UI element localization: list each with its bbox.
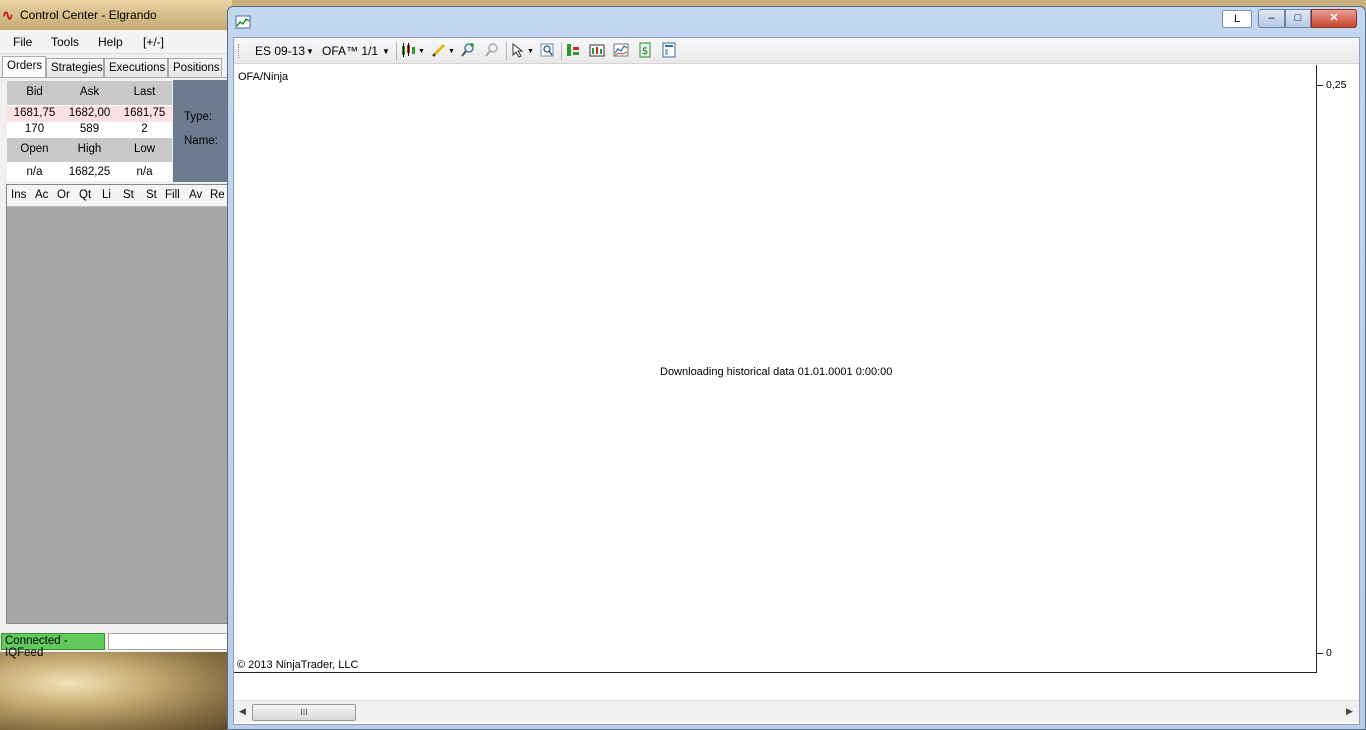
bid-size: 170: [24, 123, 45, 135]
tab-orders[interactable]: Orders: [2, 56, 46, 78]
tab-strategies[interactable]: Strategies: [46, 58, 104, 78]
status-field: [108, 633, 232, 650]
order-entry-panel: Type: Name:: [173, 80, 232, 182]
high-value: 1682,25: [68, 166, 111, 178]
instrument-selector[interactable]: ES 09-13: [255, 44, 305, 58]
col-limit[interactable]: Li: [102, 189, 111, 201]
bid-header: Bid: [7, 81, 62, 105]
col-order-type[interactable]: Or: [57, 189, 70, 201]
scroll-right-arrow-icon[interactable]: ▶: [1346, 706, 1353, 717]
orders-grid[interactable]: Ins Ac Or Qt Li St St Fill Av Re: [6, 184, 233, 624]
scroll-thumb[interactable]: III: [252, 704, 356, 721]
chart-client-area: ES 09-13 ▼ OFA™ 1/1 ▼ ▼ ▼ ▼ $ OFA/Ninja …: [233, 37, 1360, 725]
strategies-icon[interactable]: [589, 42, 605, 58]
price-axis[interactable]: 0,25 0: [1317, 65, 1359, 673]
last-header: Last: [117, 81, 172, 105]
toolbar-separator: [506, 42, 507, 60]
chart-label: OFA/Ninja: [238, 71, 289, 83]
minimize-button[interactable]: –: [1258, 9, 1285, 28]
orders-panel: Bid Ask Last 1681,75 1682,00 1681,75 170…: [0, 77, 233, 630]
properties-icon[interactable]: [661, 42, 677, 58]
tab-strip: Orders Strategies Executions Positions: [0, 56, 232, 78]
ask-price[interactable]: 1682,00: [62, 106, 117, 122]
col-action[interactable]: Ac: [35, 189, 48, 201]
window-title: Control Center - Elgrando: [20, 8, 157, 22]
chart-titlebar[interactable]: L – □ ✕: [228, 7, 1365, 37]
tab-executions[interactable]: Executions: [104, 58, 168, 78]
axis-tick: [1317, 85, 1323, 86]
chart-toolbar: ES 09-13 ▼ OFA™ 1/1 ▼ ▼ ▼ ▼ $: [234, 38, 1359, 64]
ask-header: Ask: [62, 81, 117, 105]
svg-text:$: $: [642, 46, 648, 57]
menu-tools[interactable]: Tools: [51, 35, 79, 49]
period-dropdown-icon[interactable]: ▼: [382, 47, 390, 56]
open-value: n/a: [26, 166, 43, 178]
high-header: High: [62, 138, 117, 162]
bid-price[interactable]: 1681,75: [7, 106, 62, 122]
data-box-icon[interactable]: [539, 42, 555, 58]
pointer-dropdown-icon[interactable]: ▼: [527, 48, 534, 55]
tab-positions[interactable]: Positions: [168, 58, 222, 78]
orders-grid-header: Ins Ac Or Qt Li St St Fill Av Re: [7, 185, 233, 207]
zoom-in-icon[interactable]: [460, 42, 476, 58]
menu-help[interactable]: Help: [98, 35, 123, 49]
col-filled[interactable]: Fill: [165, 189, 180, 201]
chart-style-dropdown-icon[interactable]: ▼: [418, 48, 425, 55]
indicators-icon[interactable]: [613, 42, 629, 58]
toolbar-grip[interactable]: [238, 44, 240, 58]
axis-label-top: 0,25: [1326, 79, 1347, 91]
col-state[interactable]: St: [146, 189, 157, 201]
status-bar: Connected - IQFeed: [0, 632, 232, 659]
ninjatrader-logo-icon: ∿: [2, 7, 14, 23]
maximize-button[interactable]: □: [1285, 9, 1311, 28]
toolbar-separator: [561, 42, 562, 60]
last-size: 2: [141, 123, 148, 135]
control-center-titlebar[interactable]: ∿ Control Center - Elgrando: [0, 0, 232, 30]
low-header: Low: [117, 138, 172, 162]
menu-bar: File Tools Help [+/-]: [0, 30, 232, 54]
name-label: Name:: [184, 135, 218, 147]
quote-box: Bid Ask Last 1681,75 1682,00 1681,75 170…: [7, 81, 172, 181]
period-selector[interactable]: OFA™ 1/1: [322, 44, 378, 58]
instrument-dropdown-icon[interactable]: ▼: [306, 47, 314, 56]
last-price[interactable]: 1681,75: [117, 106, 172, 122]
drawing-dropdown-icon[interactable]: ▼: [448, 48, 455, 55]
desktop-background: [0, 652, 230, 730]
chart-window-icon: [235, 15, 251, 29]
col-stop[interactable]: St: [123, 189, 134, 201]
col-instrument[interactable]: Ins: [11, 189, 26, 201]
drawing-tool-icon[interactable]: [431, 42, 447, 58]
col-avg-price[interactable]: Av: [189, 189, 202, 201]
chart-plot-area[interactable]: OFA/Ninja Downloading historical data 01…: [234, 65, 1317, 673]
loading-message: Downloading historical data 01.01.0001 0…: [660, 366, 893, 378]
control-center-window: ∿ Control Center - Elgrando File Tools H…: [0, 0, 233, 659]
horizontal-scrollbar[interactable]: ◀ III ▶: [234, 700, 1359, 722]
pointer-icon[interactable]: [510, 42, 526, 58]
order-entry-icon[interactable]: [565, 42, 581, 58]
axis-label-bottom: 0: [1326, 647, 1332, 659]
open-header: Open: [7, 138, 62, 162]
axis-tick: [1317, 653, 1323, 654]
ask-size: 589: [79, 123, 100, 135]
chart-window: L – □ ✕ ES 09-13 ▼ OFA™ 1/1 ▼ ▼ ▼ ▼ $ OF…: [227, 6, 1366, 730]
low-value: n/a: [136, 166, 153, 178]
chart-style-icon[interactable]: [400, 42, 416, 58]
col-remaining[interactable]: Re: [210, 189, 225, 201]
toolbar-separator: [396, 42, 397, 60]
type-label: Type:: [184, 111, 213, 123]
col-quantity[interactable]: Qt: [79, 189, 91, 201]
zoom-out-icon[interactable]: [484, 42, 500, 58]
menu-expand[interactable]: [+/-]: [143, 35, 164, 49]
performance-icon[interactable]: $: [637, 42, 653, 58]
close-button[interactable]: ✕: [1311, 9, 1357, 28]
scroll-left-arrow-icon[interactable]: ◀: [239, 706, 246, 717]
link-button[interactable]: L: [1222, 10, 1252, 28]
connection-status: Connected - IQFeed: [1, 633, 105, 659]
copyright-text: © 2013 NinjaTrader, LLC: [237, 659, 359, 671]
menu-file[interactable]: File: [13, 35, 32, 49]
